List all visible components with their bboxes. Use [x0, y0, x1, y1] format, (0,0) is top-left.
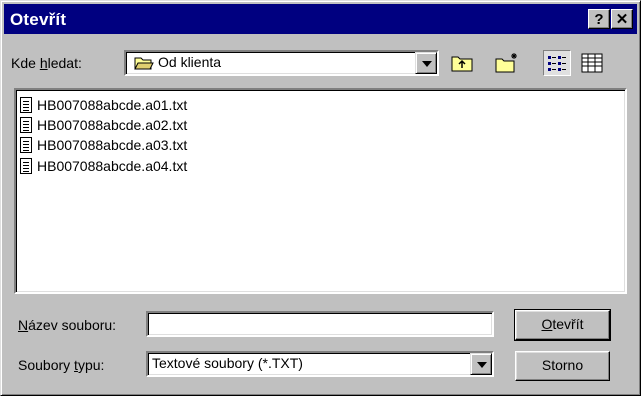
up-folder-icon — [451, 56, 473, 72]
look-in-label: Kde hledat: — [11, 55, 82, 71]
cancel-button[interactable]: Storno — [515, 351, 610, 381]
close-button[interactable]: ✕ — [611, 9, 633, 29]
text-file-icon — [20, 117, 32, 133]
file-name: HB007088abcde.a04.txt — [37, 158, 188, 174]
text-file-icon — [20, 158, 32, 174]
dialog-title: Otevřít — [10, 10, 67, 29]
filetype-label: Soubory typu: — [18, 357, 105, 373]
open-dialog: Otevřít ? ✕ Kde hledat: Od klienta HB007… — [0, 0, 641, 396]
file-name: HB007088abcde.a03.txt — [37, 137, 188, 153]
list-item[interactable]: HB007088abcde.a01.txt — [20, 95, 187, 115]
list-item[interactable]: HB007088abcde.a04.txt — [20, 156, 187, 176]
chevron-down-icon — [477, 362, 487, 368]
help-button[interactable]: ? — [588, 9, 610, 29]
list-item[interactable]: HB007088abcde.a02.txt — [20, 115, 187, 135]
look-in-value: Od klienta — [158, 54, 222, 70]
list-view-button[interactable] — [543, 50, 571, 76]
folder-open-icon — [134, 56, 154, 70]
up-one-level-button[interactable] — [448, 50, 476, 76]
filename-label: Název souboru: — [18, 317, 117, 333]
filetype-dropdown-button[interactable] — [470, 353, 492, 375]
text-file-icon — [20, 97, 32, 113]
file-name: HB007088abcde.a01.txt — [37, 97, 188, 113]
text-file-icon — [20, 137, 32, 153]
details-view-button[interactable] — [578, 50, 606, 76]
filetype-combo[interactable]: Textové soubory (*.TXT) — [146, 351, 494, 377]
list-item[interactable]: HB007088abcde.a03.txt — [20, 135, 187, 155]
look-in-combo[interactable]: Od klienta — [124, 50, 439, 76]
file-name: HB007088abcde.a02.txt — [37, 117, 188, 133]
title-bar[interactable]: Otevřít ? ✕ — [4, 4, 637, 34]
details-view-icon — [581, 53, 603, 73]
filetype-value: Textové soubory (*.TXT) — [152, 355, 303, 371]
chevron-down-icon — [422, 61, 432, 67]
file-list[interactable]: HB007088abcde.a01.txt HB007088abcde.a02.… — [14, 88, 627, 294]
list-view-icon — [548, 56, 566, 71]
filename-input[interactable] — [146, 311, 494, 337]
new-folder-icon — [495, 53, 517, 73]
look-in-dropdown-button[interactable] — [415, 52, 437, 74]
open-button[interactable]: Otevřít — [514, 309, 611, 341]
create-new-folder-button[interactable] — [493, 50, 521, 76]
